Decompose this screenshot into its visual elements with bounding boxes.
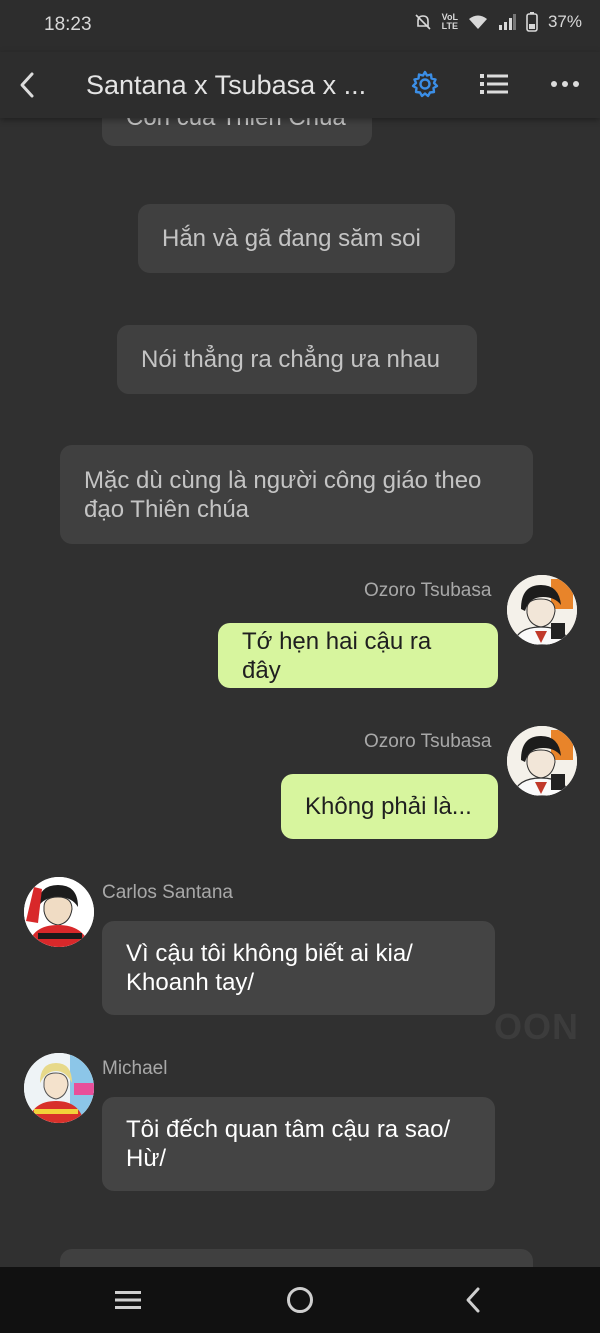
- avatar[interactable]: [24, 877, 94, 947]
- home-button[interactable]: [282, 1284, 318, 1316]
- avatar[interactable]: [507, 575, 577, 645]
- gear-icon: [411, 70, 439, 98]
- navigation-bar: [0, 1267, 600, 1333]
- signal-icon: [498, 14, 516, 30]
- tsubasa-avatar-image: [507, 575, 577, 645]
- avatar[interactable]: [24, 1053, 94, 1123]
- wifi-icon: [468, 14, 488, 30]
- chat-header: Santana x Tsubasa x ...: [0, 52, 600, 118]
- outgoing-bubble: Tớ hẹn hai cậu ra đây: [218, 623, 498, 688]
- back-arrow-icon: [20, 72, 34, 98]
- status-icons: VoL LTE 37%: [414, 12, 582, 32]
- narration-text-line2: đạo Thiên chúa: [84, 495, 250, 523]
- settings-button[interactable]: [407, 66, 443, 102]
- avatar[interactable]: [507, 726, 577, 796]
- mute-icon: [414, 13, 432, 31]
- sender-name: Carlos Santana: [102, 882, 233, 903]
- message-text: Không phải là...: [305, 793, 472, 820]
- watermark-logo: OON: [494, 1006, 580, 1047]
- status-bar: 18:23 VoL LTE 37%: [0, 0, 600, 52]
- message-text-line1: Tôi đếch quan tâm cậu ra sao/: [126, 1116, 451, 1143]
- back-button[interactable]: [14, 68, 44, 102]
- narration-bubble: Con của Thiên Chúa: [102, 118, 372, 146]
- list-icon: [480, 74, 508, 94]
- incoming-bubble: Vì cậu tôi không biết ai kia/ Khoanh tay…: [102, 921, 495, 1015]
- outgoing-bubble: Không phải là...: [281, 774, 498, 839]
- narration-bubble: Mặc dù cùng là người công giáo theo đạo …: [60, 445, 533, 544]
- volte-icon: VoL LTE: [441, 12, 458, 31]
- system-back-button[interactable]: [455, 1284, 491, 1316]
- sender-name: Michael: [102, 1058, 168, 1079]
- narration-text: Con của Thiên Chúa: [126, 118, 346, 132]
- more-button[interactable]: [547, 66, 583, 102]
- recent-apps-button[interactable]: [110, 1284, 146, 1316]
- narration-text: Hắn và gã đang săm soi: [162, 225, 421, 252]
- tsubasa-avatar-image: [507, 726, 577, 796]
- message-list[interactable]: Con của Thiên Chúa Hắn và gã đang săm so…: [0, 118, 600, 1267]
- michael-avatar-image: [24, 1053, 94, 1123]
- chat-title: Santana x Tsubasa x ...: [86, 70, 367, 100]
- message-text-line1: Vì cậu tôi không biết ai kia/: [126, 940, 413, 967]
- home-icon: [287, 1287, 313, 1313]
- narration-text-line1: Mặc dù cùng là người công giáo theo: [84, 466, 482, 494]
- menu-icon: [115, 1291, 141, 1309]
- narration-bubble: Nói thẳng ra chẳng ưa nhau: [117, 325, 477, 394]
- message-text-line2: Khoanh tay/: [126, 969, 255, 996]
- list-button[interactable]: [476, 66, 512, 102]
- battery-icon: [526, 12, 538, 32]
- narration-text: Nói thẳng ra chẳng ưa nhau: [141, 346, 440, 373]
- sender-name: Ozoro Tsubasa: [364, 580, 492, 601]
- narration-bubble-partial: [60, 1249, 533, 1267]
- status-time: 18:23: [44, 14, 92, 35]
- back-icon: [466, 1287, 480, 1313]
- narration-bubble: Hắn và gã đang săm soi: [138, 204, 455, 273]
- sender-name: Ozoro Tsubasa: [364, 731, 492, 752]
- more-icon: [551, 81, 579, 87]
- battery-percent: 37%: [547, 12, 582, 31]
- santana-avatar-image: [24, 877, 94, 947]
- message-text-line2: Hừ/: [126, 1145, 167, 1172]
- message-text: Tớ hẹn hai cậu ra đây: [242, 627, 432, 684]
- incoming-bubble: Tôi đếch quan tâm cậu ra sao/ Hừ/: [102, 1097, 495, 1191]
